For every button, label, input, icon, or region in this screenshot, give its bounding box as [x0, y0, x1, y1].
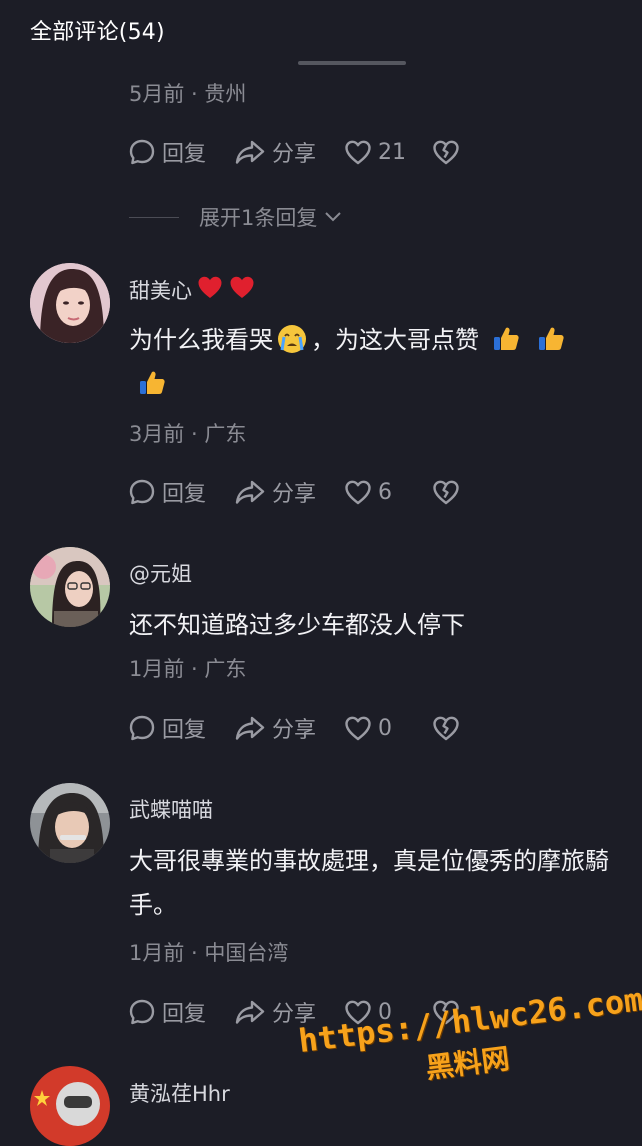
reply-label: 回复	[162, 142, 207, 167]
red-heart-icon	[228, 274, 256, 305]
expand-label: 展开1条回复	[199, 206, 318, 230]
thumbs-up-icon	[491, 324, 521, 354]
comment-bubble-icon	[128, 478, 156, 506]
dislike-button[interactable]	[432, 715, 460, 741]
comment-meta: 1月前 · 广东	[129, 657, 247, 681]
username-text: 黄泓荏Hhr	[129, 1082, 230, 1106]
like-count: 6	[378, 479, 392, 505]
reply-button[interactable]: 回复	[128, 476, 234, 508]
share-arrow-icon	[234, 714, 266, 742]
reply-button[interactable]: 回复	[128, 136, 234, 168]
broken-heart-icon	[432, 715, 460, 741]
reply-label: 回复	[162, 1002, 207, 1027]
share-label: 分享	[272, 718, 317, 743]
heart-outline-icon	[344, 715, 372, 741]
broken-heart-icon	[432, 139, 460, 165]
username-text: @元姐	[129, 562, 192, 586]
comment-text: 为什么我看哭 ，为这大哥点赞	[129, 318, 629, 406]
dislike-button[interactable]	[432, 139, 460, 165]
share-label: 分享	[272, 142, 317, 167]
comment-meta: 5月前 · 贵州	[129, 82, 247, 106]
avatar[interactable]	[30, 263, 110, 343]
comment-username[interactable]: @元姐	[129, 558, 192, 588]
comment-text: 大哥很專業的事故處理，真是位優秀的摩旅騎手。	[129, 847, 609, 919]
share-arrow-icon	[234, 998, 266, 1026]
comment-actions: 回复 分享 21	[128, 136, 460, 168]
heart-outline-icon	[344, 139, 372, 165]
dislike-button[interactable]	[432, 479, 460, 505]
comment-bubble-icon	[128, 138, 156, 166]
reply-button[interactable]: 回复	[128, 712, 234, 744]
comment-username[interactable]: 甜美心	[129, 274, 256, 305]
share-arrow-icon	[234, 138, 266, 166]
reply-button[interactable]: 回复	[128, 996, 234, 1028]
comment-username[interactable]: 武蝶喵喵	[129, 794, 213, 824]
broken-heart-icon	[432, 479, 460, 505]
comment-meta: 1月前 · 中国台湾	[129, 941, 289, 965]
red-heart-icon	[196, 274, 224, 305]
avatar[interactable]	[30, 1066, 110, 1146]
avatar[interactable]	[30, 783, 110, 863]
reply-label: 回复	[162, 482, 207, 507]
comment-text-part: 为什么我看哭	[129, 326, 273, 354]
thumbs-up-icon	[137, 368, 167, 398]
comments-title: 全部评论(54)	[30, 20, 165, 45]
comment-text-part: ，为这大哥点赞	[311, 326, 479, 354]
share-button[interactable]: 分享	[234, 476, 344, 508]
like-count: 0	[378, 715, 392, 741]
comment-bubble-icon	[128, 714, 156, 742]
chevron-down-icon	[323, 205, 343, 229]
username-text: 武蝶喵喵	[129, 798, 213, 822]
comment-text: 还不知道路过多少车都没人停下	[129, 611, 465, 639]
avatar[interactable]	[30, 547, 110, 627]
share-arrow-icon	[234, 478, 266, 506]
share-button[interactable]: 分享	[234, 712, 344, 744]
thumbs-up-icon	[536, 324, 566, 354]
like-button[interactable]: 0	[344, 715, 432, 741]
share-label: 分享	[272, 482, 317, 507]
drag-handle[interactable]	[298, 61, 406, 65]
comments-header: 全部评论(54)	[0, 0, 642, 62]
reply-label: 回复	[162, 718, 207, 743]
comment-bubble-icon	[128, 998, 156, 1026]
like-count: 21	[378, 139, 406, 165]
comment-actions: 回复 分享 0	[128, 712, 460, 744]
expand-replies-button[interactable]: 展开1条回复	[129, 201, 343, 233]
crying-face-icon	[277, 324, 307, 354]
like-button[interactable]: 21	[344, 139, 432, 165]
comment-meta: 3月前 · 广东	[129, 422, 247, 446]
heart-outline-icon	[344, 479, 372, 505]
username-text: 甜美心	[129, 278, 192, 303]
comment-username[interactable]: 黄泓荏Hhr	[129, 1078, 230, 1108]
comment-actions: 回复 分享 6	[128, 476, 460, 508]
like-button[interactable]: 6	[344, 479, 432, 505]
share-button[interactable]: 分享	[234, 136, 344, 168]
expand-divider	[129, 216, 179, 218]
